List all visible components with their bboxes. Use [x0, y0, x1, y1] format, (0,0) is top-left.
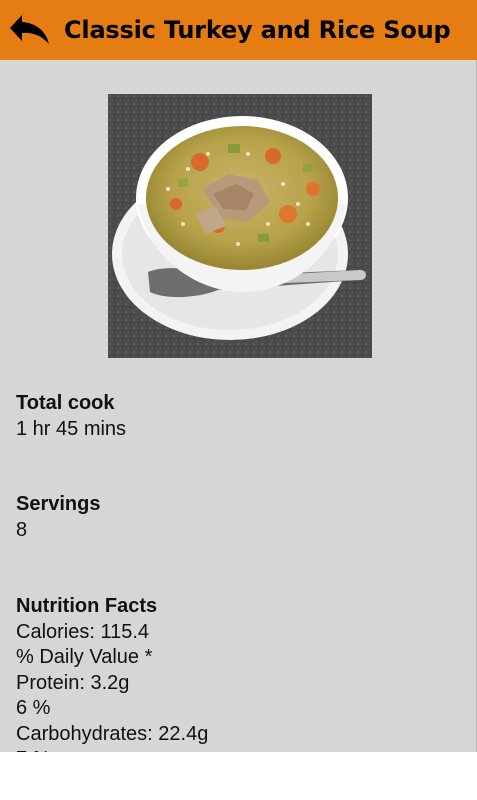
nutrition-line: Protein: 3.2g — [16, 671, 130, 694]
nutrition-label: Nutrition Facts — [16, 595, 158, 617]
nutrition-line: Carbohydrates: 22.4g — [16, 722, 209, 745]
nutrition-line: 7 % — [16, 747, 208, 752]
nutrition-section: Nutrition Facts Calories: 115.4 % Daily … — [16, 594, 208, 752]
back-button[interactable] — [0, 0, 60, 60]
app-header: Classic Turkey and Rice Soup — [0, 0, 477, 60]
recipe-details: Total cook 1 hr 45 mins Servings 8 Nutri… — [0, 60, 477, 752]
servings-section: Servings 8 — [16, 492, 100, 543]
servings-label: Servings — [16, 493, 101, 515]
nutrition-line: Calories: 115.4 — [16, 620, 150, 643]
total-cook-section: Total cook 1 hr 45 mins — [16, 391, 126, 442]
recipe-photo — [108, 94, 372, 358]
total-cook-value: 1 hr 45 mins — [16, 417, 127, 440]
page-title: Classic Turkey and Rice Soup — [64, 16, 451, 44]
nutrition-line: 6 % — [16, 697, 51, 719]
total-cook-label: Total cook — [16, 392, 115, 414]
back-arrow-icon — [10, 15, 49, 44]
servings-value: 8 — [16, 518, 28, 541]
nutrition-line: % Daily Value * — [16, 646, 153, 668]
